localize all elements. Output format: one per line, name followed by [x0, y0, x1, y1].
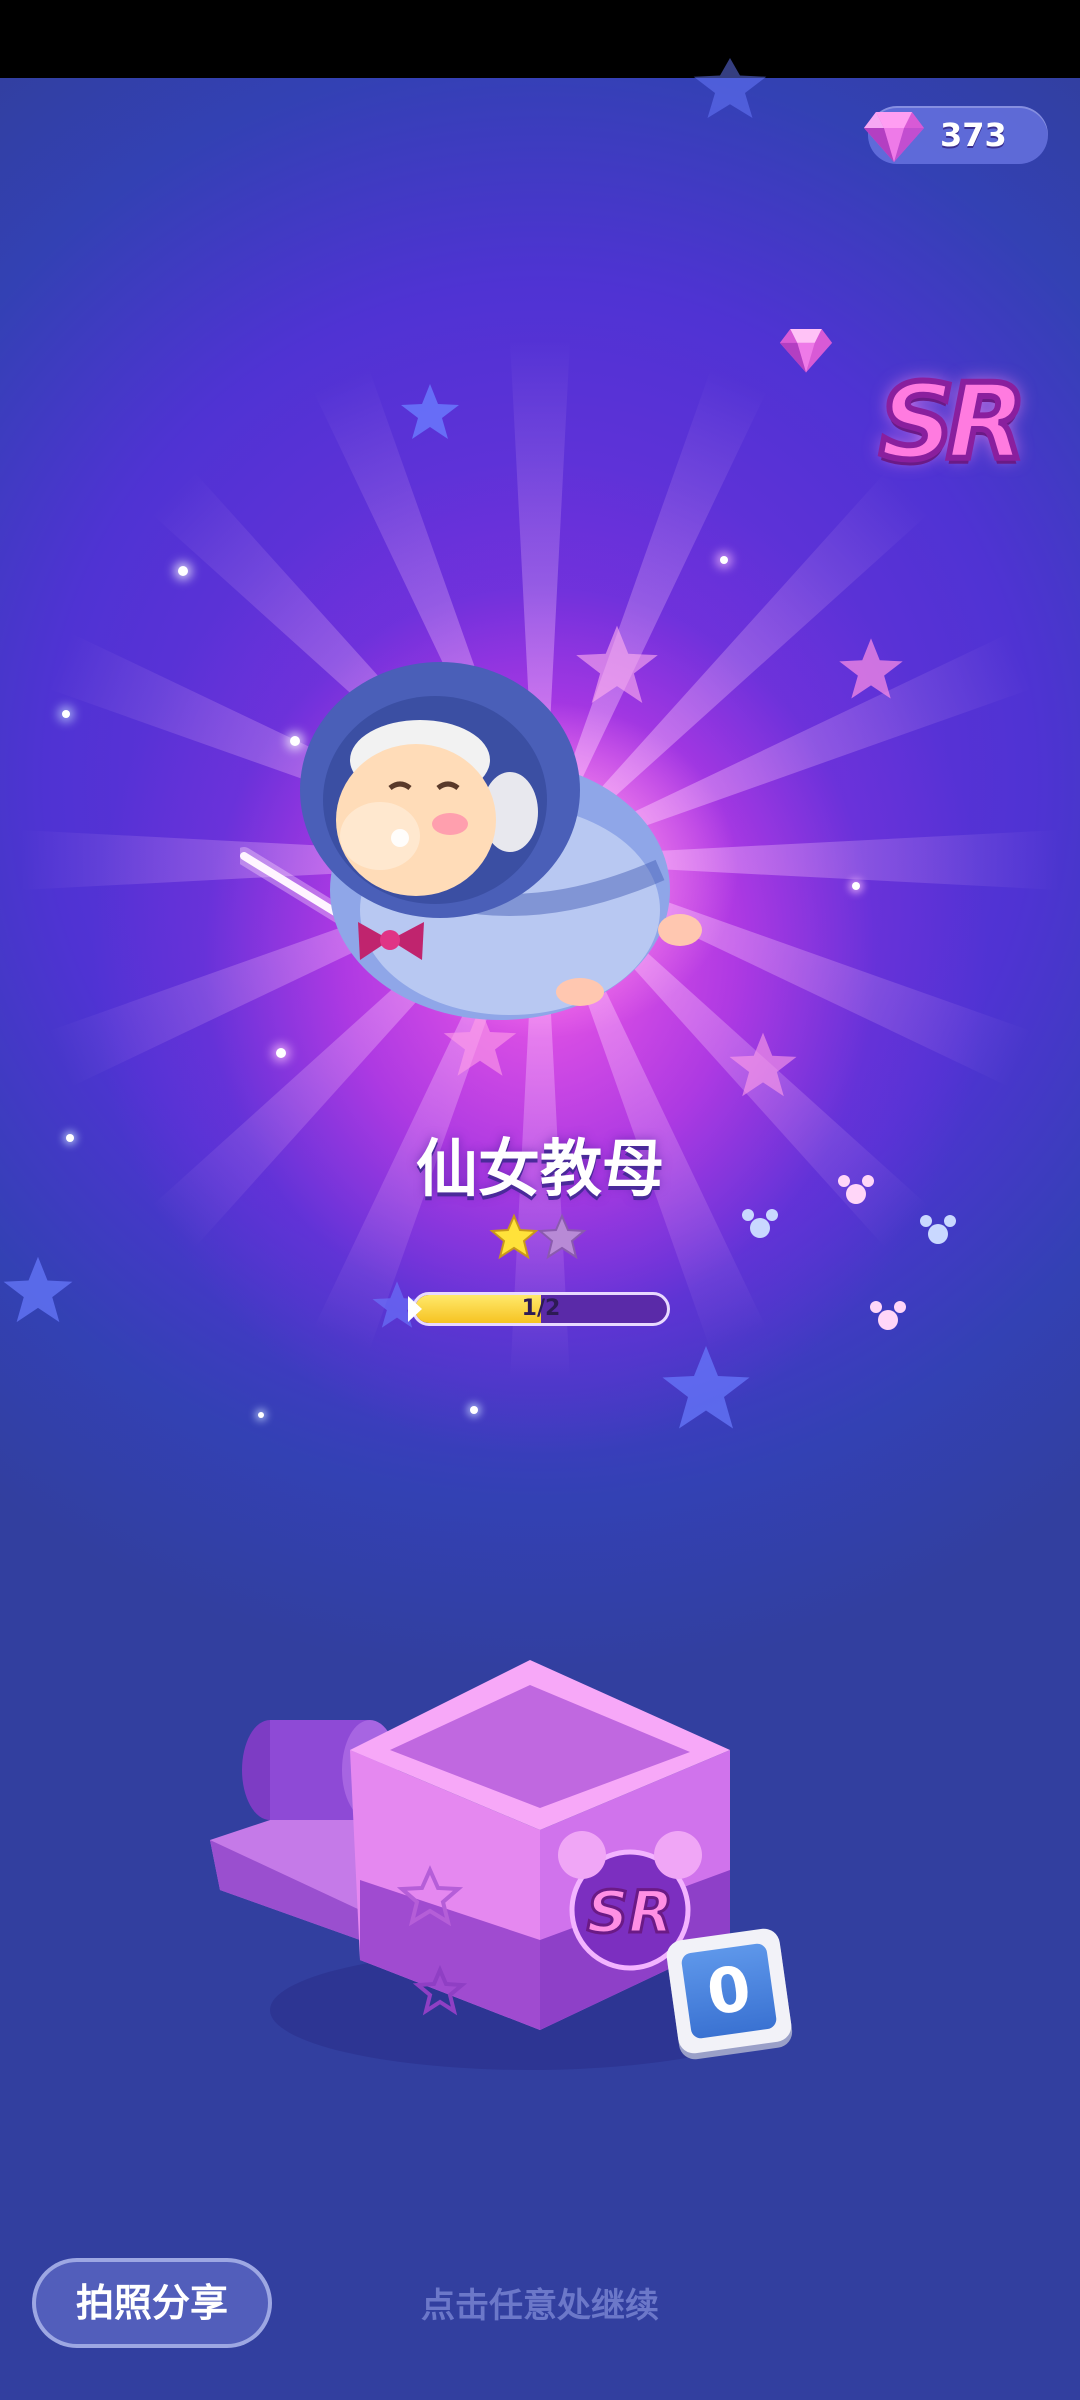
gem-counter[interactable]: 373 [864, 106, 1048, 164]
status-bar [0, 0, 1080, 78]
star-rating [489, 1213, 587, 1260]
sparkle-icon [870, 1301, 906, 1330]
gem-count: 373 [940, 116, 1007, 154]
star-empty-icon [537, 1213, 587, 1260]
twinkle [258, 1412, 264, 1418]
sparkle-icon [742, 1209, 778, 1238]
star-filled-icon [489, 1213, 539, 1260]
gem-icon [864, 112, 924, 162]
twinkle [852, 882, 860, 890]
star-icon [839, 638, 903, 699]
twinkle [470, 1406, 478, 1414]
star-icon [693, 58, 767, 118]
box-count: 0 [680, 1942, 778, 2040]
box-count-badge: 0 [656, 1918, 803, 2065]
character-name: 仙女教母 [415, 1132, 664, 1205]
rarity-badge: SR [874, 359, 1030, 485]
star-icon [401, 384, 459, 439]
twinkle [66, 1134, 74, 1142]
gem-icon [779, 328, 833, 373]
twinkle [62, 710, 70, 718]
star-icon [729, 1032, 797, 1097]
twinkle [276, 1048, 286, 1058]
reveal-screen[interactable]: 373 SR 仙女教母 1/2 SR 0 拍照分享 点击任意处继续 [0, 0, 1080, 2400]
tap-to-continue-hint: 点击任意处继续 [421, 2286, 659, 2326]
sparkle-icon [838, 1175, 874, 1204]
rarity-label: SR [877, 359, 1030, 485]
share-photo-button[interactable]: 拍照分享 [32, 2258, 272, 2348]
twinkle [178, 566, 188, 576]
progress-arrow-icon [408, 1296, 422, 1322]
star-icon [662, 1346, 750, 1429]
fairy-godmother-character[interactable] [240, 640, 720, 1040]
progress-text: 1/2 [521, 1296, 561, 1321]
twinkle [720, 556, 728, 564]
star-progress-bar: 1/2 [412, 1292, 670, 1326]
sparkle-icon [920, 1215, 956, 1244]
star-icon [3, 1256, 73, 1323]
